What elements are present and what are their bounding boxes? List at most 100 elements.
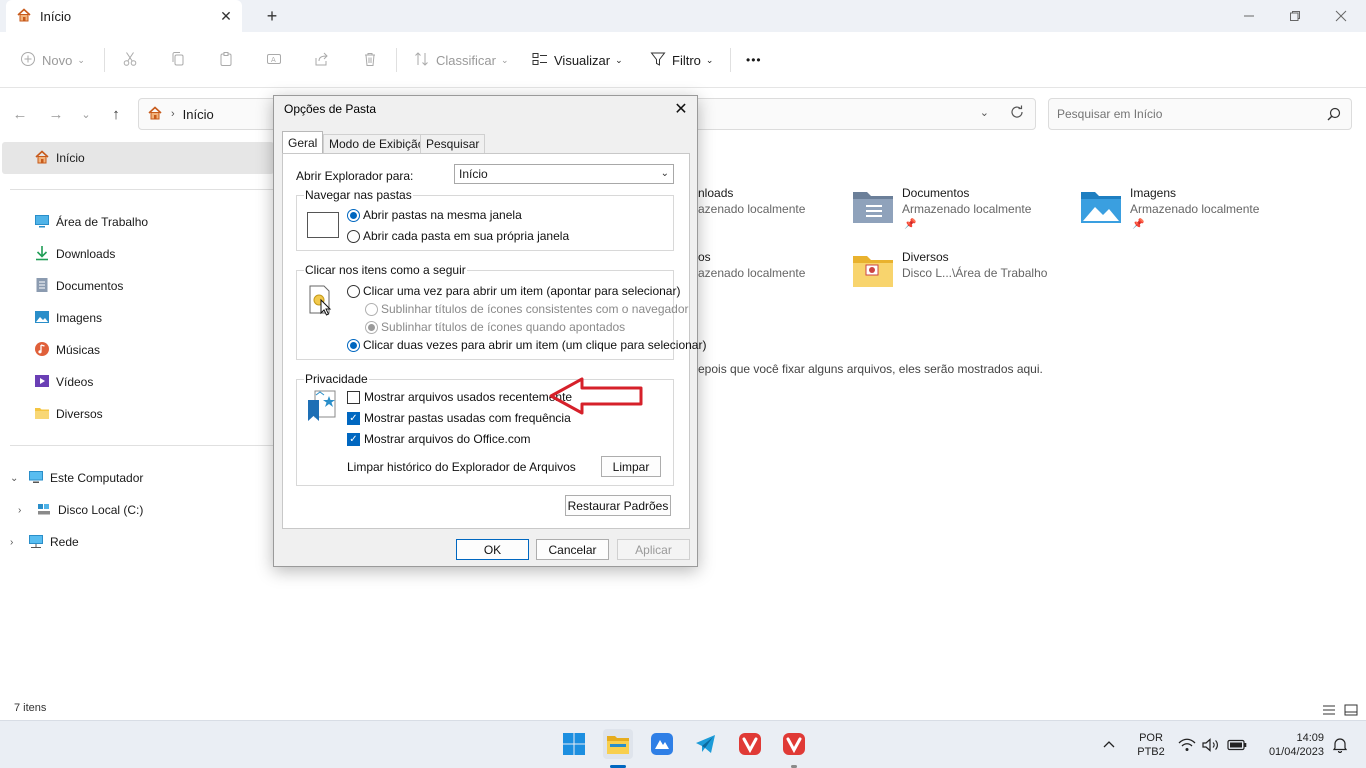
clear-history-button[interactable]: Limpar	[601, 456, 661, 477]
checkbox[interactable]	[347, 390, 360, 404]
quick-access-documents[interactable]: Documentos Armazenado localmente 📌	[852, 186, 1072, 242]
radio-button[interactable]	[347, 229, 360, 243]
breadcrumb-inicio[interactable]: Início	[183, 107, 214, 122]
filter-button[interactable]: Filtro ⌄	[650, 46, 713, 74]
vivaldi-icon[interactable]	[779, 729, 809, 759]
clock[interactable]: 14:09 01/04/2023	[1258, 721, 1324, 768]
underline-hover-radio[interactable]: Sublinhar títulos de ícones quando apont…	[365, 320, 625, 334]
search-input[interactable]	[1057, 107, 1317, 121]
tab-general[interactable]: Geral	[282, 131, 324, 153]
vivaldi-icon[interactable]	[735, 729, 765, 759]
quick-access-pictures[interactable]: Imagens Armazenado localmente 📌	[1080, 186, 1300, 242]
quick-access-diversos[interactable]: Diversos Disco L...\Área de Trabalho	[852, 250, 1092, 306]
ok-button[interactable]: OK	[456, 539, 529, 560]
divider	[104, 48, 105, 72]
volume-icon[interactable]	[1202, 721, 1220, 768]
checkbox[interactable]: ✓	[347, 411, 360, 425]
back-arrow-icon[interactable]: ←	[10, 104, 30, 124]
tab-view[interactable]: Modo de Exibição	[323, 134, 431, 153]
battery-icon[interactable]	[1227, 721, 1247, 768]
sidebar-item-this-pc[interactable]: ⌄ Este Computador	[10, 466, 143, 490]
close-icon[interactable]: ✕	[669, 98, 693, 120]
status-bar: 7 itens	[0, 700, 1366, 720]
chevron-up-icon[interactable]	[1102, 721, 1116, 768]
sidebar-item-diversos[interactable]: Diversos	[34, 402, 103, 426]
notification-icon[interactable]	[1332, 721, 1348, 768]
refresh-icon[interactable]	[1009, 104, 1025, 123]
filter-icon	[650, 51, 666, 70]
view-label: Visualizar	[554, 52, 611, 68]
radio-button[interactable]	[347, 284, 360, 298]
cancel-button[interactable]: Cancelar	[536, 539, 609, 560]
chevron-right-icon[interactable]: ›	[18, 505, 30, 516]
single-click-radio[interactable]: Clicar uma vez para abrir um item (apont…	[347, 284, 680, 298]
delete-button[interactable]	[362, 46, 378, 74]
share-button[interactable]	[314, 46, 330, 74]
radio-button[interactable]	[347, 208, 360, 222]
sidebar-item-downloads[interactable]: Downloads	[34, 242, 115, 266]
sidebar-item-videos[interactable]: Vídeos	[34, 370, 93, 394]
app-icon[interactable]	[647, 729, 677, 759]
sidebar-item-documents[interactable]: Documentos	[34, 274, 123, 298]
restore-defaults-button[interactable]: Restaurar Padrões	[565, 495, 671, 516]
cut-button[interactable]	[122, 46, 138, 74]
underline-browser-radio[interactable]: Sublinhar títulos de ícones consistentes…	[365, 302, 689, 316]
search-box[interactable]	[1048, 98, 1352, 130]
sidebar-item-music[interactable]: Músicas	[34, 338, 100, 362]
sidebar-item-inicio[interactable]: Início	[2, 142, 274, 174]
radio-button[interactable]	[365, 320, 378, 334]
sidebar-item-label: Rede	[50, 535, 79, 549]
windows-start-icon[interactable]	[559, 729, 589, 759]
open-own-window-radio[interactable]: Abrir cada pasta em sua própria janela	[347, 229, 569, 243]
close-icon[interactable]: ✕	[218, 8, 234, 24]
sidebar-item-desktop[interactable]: Área de Trabalho	[34, 210, 148, 234]
copy-button[interactable]	[170, 46, 186, 74]
option-label: Sublinhar títulos de ícones consistentes…	[381, 302, 689, 316]
chevron-down-icon[interactable]: ⌄	[10, 473, 22, 484]
restore-icon[interactable]	[1272, 0, 1318, 32]
radio-button[interactable]	[347, 338, 360, 352]
folder-options-dialog: Opções de Pasta ✕ Geral Modo de Exibição…	[273, 95, 706, 567]
chevron-right-icon[interactable]: ›	[10, 537, 22, 548]
divider	[10, 189, 274, 190]
open-same-window-radio[interactable]: Abrir pastas na mesma janela	[347, 208, 522, 222]
more-options-button[interactable]: •••	[746, 46, 762, 74]
show-recent-files-checkbox[interactable]: Mostrar arquivos usados recentemente	[347, 390, 572, 404]
plus-icon[interactable]: +	[262, 6, 282, 26]
language-indicator[interactable]: POR PTB2	[1134, 721, 1168, 768]
show-frequent-folders-checkbox[interactable]: ✓ Mostrar pastas usadas com frequência	[347, 411, 571, 425]
recent-locations-chevron-icon[interactable]: ⌄	[76, 104, 96, 124]
paste-button[interactable]	[218, 46, 234, 74]
tab-inicio[interactable]: Início ✕	[6, 0, 242, 32]
details-view-icon[interactable]	[1322, 703, 1336, 720]
documents-icon	[34, 277, 50, 296]
up-arrow-icon[interactable]: ↑	[106, 104, 126, 124]
file-explorer-icon[interactable]	[603, 729, 633, 759]
sidebar-item-network[interactable]: › Rede	[10, 530, 79, 554]
forward-arrow-icon[interactable]: →	[46, 104, 66, 124]
sidebar-item-label: Imagens	[56, 311, 103, 325]
double-click-radio[interactable]: Clicar duas vezes para abrir um item (um…	[347, 338, 706, 352]
option-label: Abrir pastas na mesma janela	[363, 208, 522, 222]
rename-button[interactable]: A	[266, 46, 282, 74]
new-button[interactable]: Novo ⌄	[20, 46, 85, 74]
apply-button[interactable]: Aplicar	[617, 539, 690, 560]
tiles-view-icon[interactable]	[1344, 703, 1358, 720]
sidebar-item-local-disk[interactable]: › Disco Local (C:)	[18, 498, 143, 522]
sidebar-item-pictures[interactable]: Imagens	[34, 306, 102, 330]
address-history-chevron-icon[interactable]: ⌄	[980, 106, 989, 119]
checkbox[interactable]: ✓	[347, 432, 360, 446]
telegram-icon[interactable]	[691, 729, 721, 759]
tab-search[interactable]: Pesquisar	[420, 134, 486, 153]
minimize-icon[interactable]	[1226, 0, 1272, 32]
sort-button[interactable]: Classificar ⌄	[414, 46, 509, 74]
wifi-icon[interactable]	[1178, 721, 1196, 768]
quick-access-downloads[interactable]: nloads azenado localmente	[698, 186, 848, 242]
quick-access-videos[interactable]: os azenado localmente	[698, 250, 848, 306]
close-window-icon[interactable]	[1318, 0, 1364, 32]
open-explorer-select[interactable]: Início ⌄	[454, 164, 674, 184]
option-label: Sublinhar títulos de ícones quando apont…	[381, 320, 626, 334]
view-button[interactable]: Visualizar ⌄	[532, 46, 623, 74]
radio-button[interactable]	[365, 302, 378, 316]
show-office-files-checkbox[interactable]: ✓ Mostrar arquivos do Office.com	[347, 432, 531, 446]
